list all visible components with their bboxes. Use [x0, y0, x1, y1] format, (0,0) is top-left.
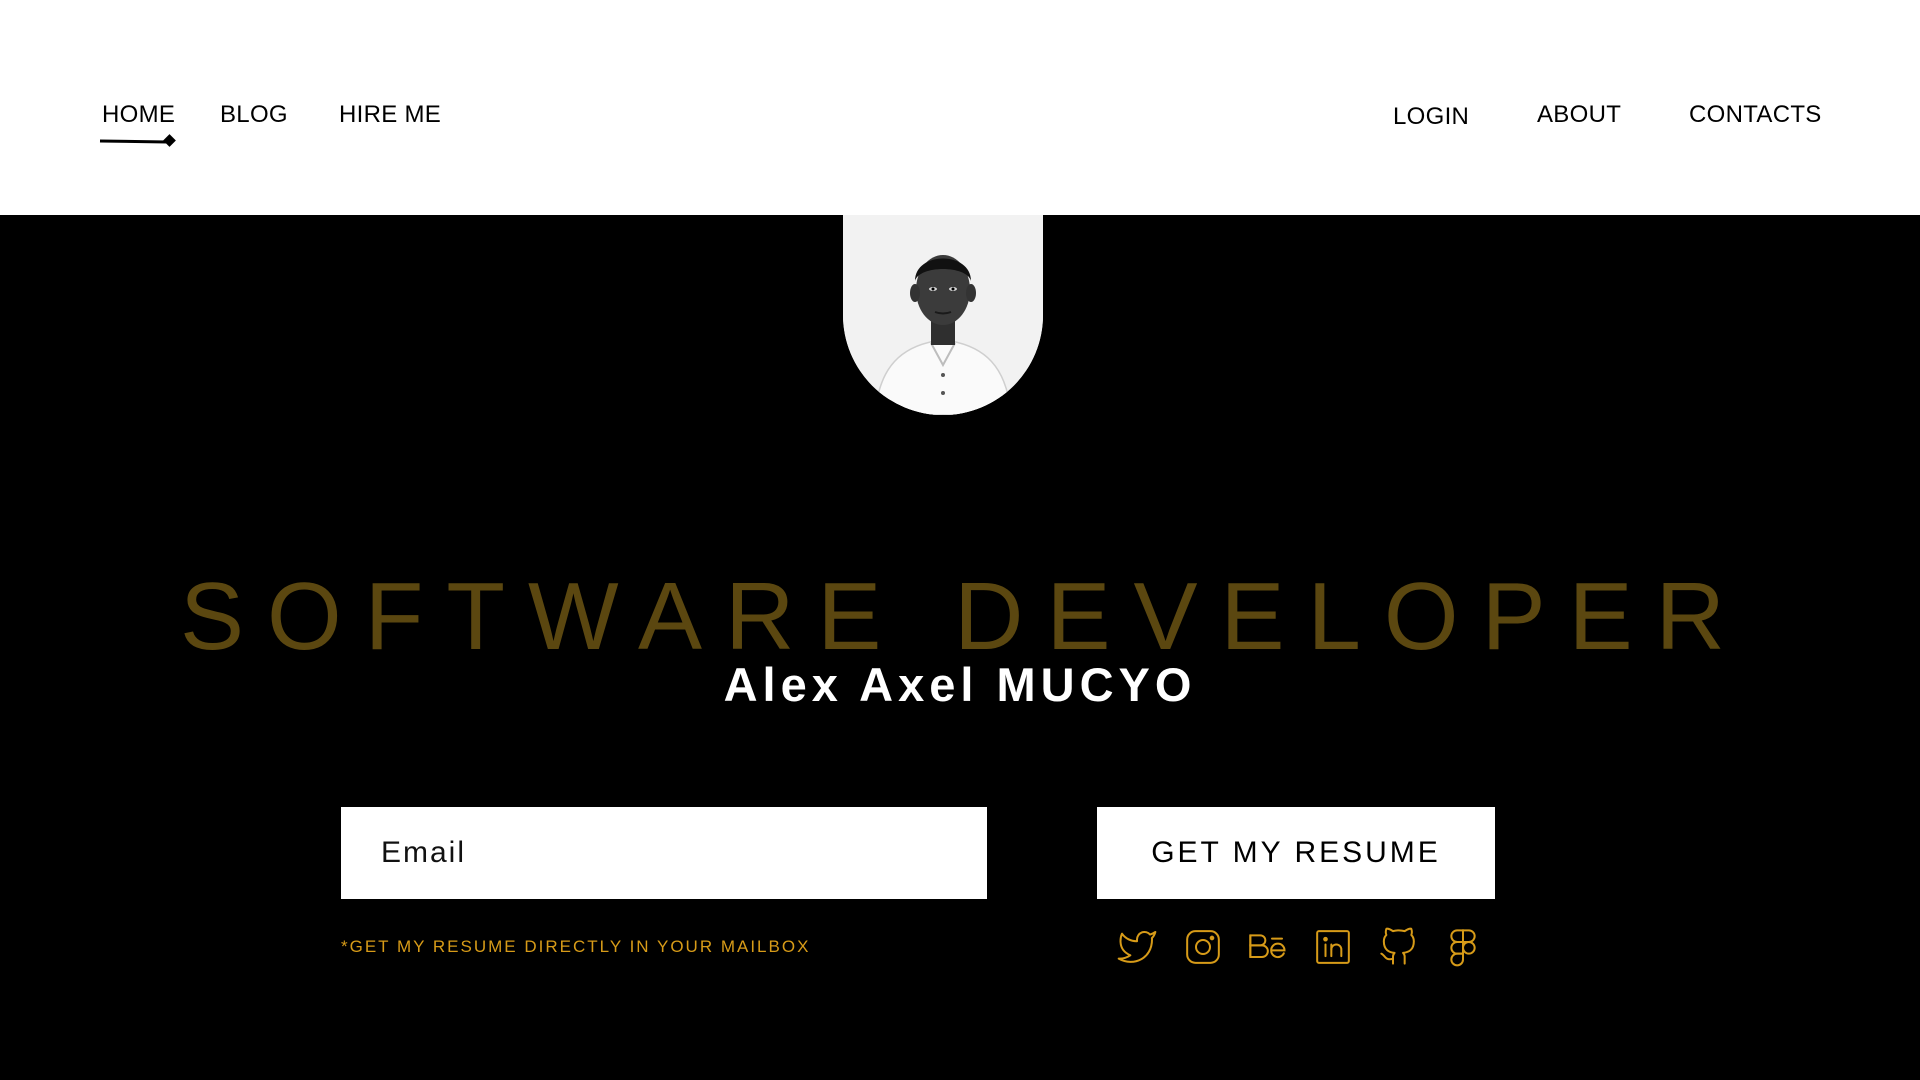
github-icon[interactable]: [1378, 927, 1418, 967]
profile-portrait: [843, 215, 1043, 415]
nav-link-login[interactable]: LOGIN: [1393, 103, 1469, 131]
instagram-icon[interactable]: [1183, 927, 1223, 967]
email-input[interactable]: [341, 807, 987, 899]
nav-link-hire-me[interactable]: HIRE ME: [339, 101, 441, 129]
get-resume-button[interactable]: GET MY RESUME: [1097, 807, 1495, 899]
nav-link-about[interactable]: ABOUT: [1537, 101, 1621, 129]
page: HOME BLOG HIRE ME LOGIN ABOUT CONTACTS S…: [0, 0, 1920, 1080]
nav-link-contacts[interactable]: CONTACTS: [1689, 101, 1822, 129]
linkedin-icon[interactable]: [1313, 927, 1353, 967]
behance-icon[interactable]: [1247, 927, 1287, 967]
profile-photo: [843, 215, 1043, 415]
figma-icon[interactable]: [1443, 927, 1483, 967]
twitter-icon[interactable]: [1117, 927, 1157, 967]
nav-link-home[interactable]: HOME: [102, 101, 175, 129]
hero-name: Alex Axel MUCYO: [723, 658, 1197, 711]
nav-link-blog[interactable]: BLOG: [220, 101, 288, 129]
resume-hint-text: *GET MY RESUME DIRECTLY IN YOUR MAILBOX: [341, 937, 811, 956]
top-navigation: HOME BLOG HIRE ME LOGIN ABOUT CONTACTS: [0, 0, 1920, 215]
active-nav-indicator: [99, 134, 176, 147]
